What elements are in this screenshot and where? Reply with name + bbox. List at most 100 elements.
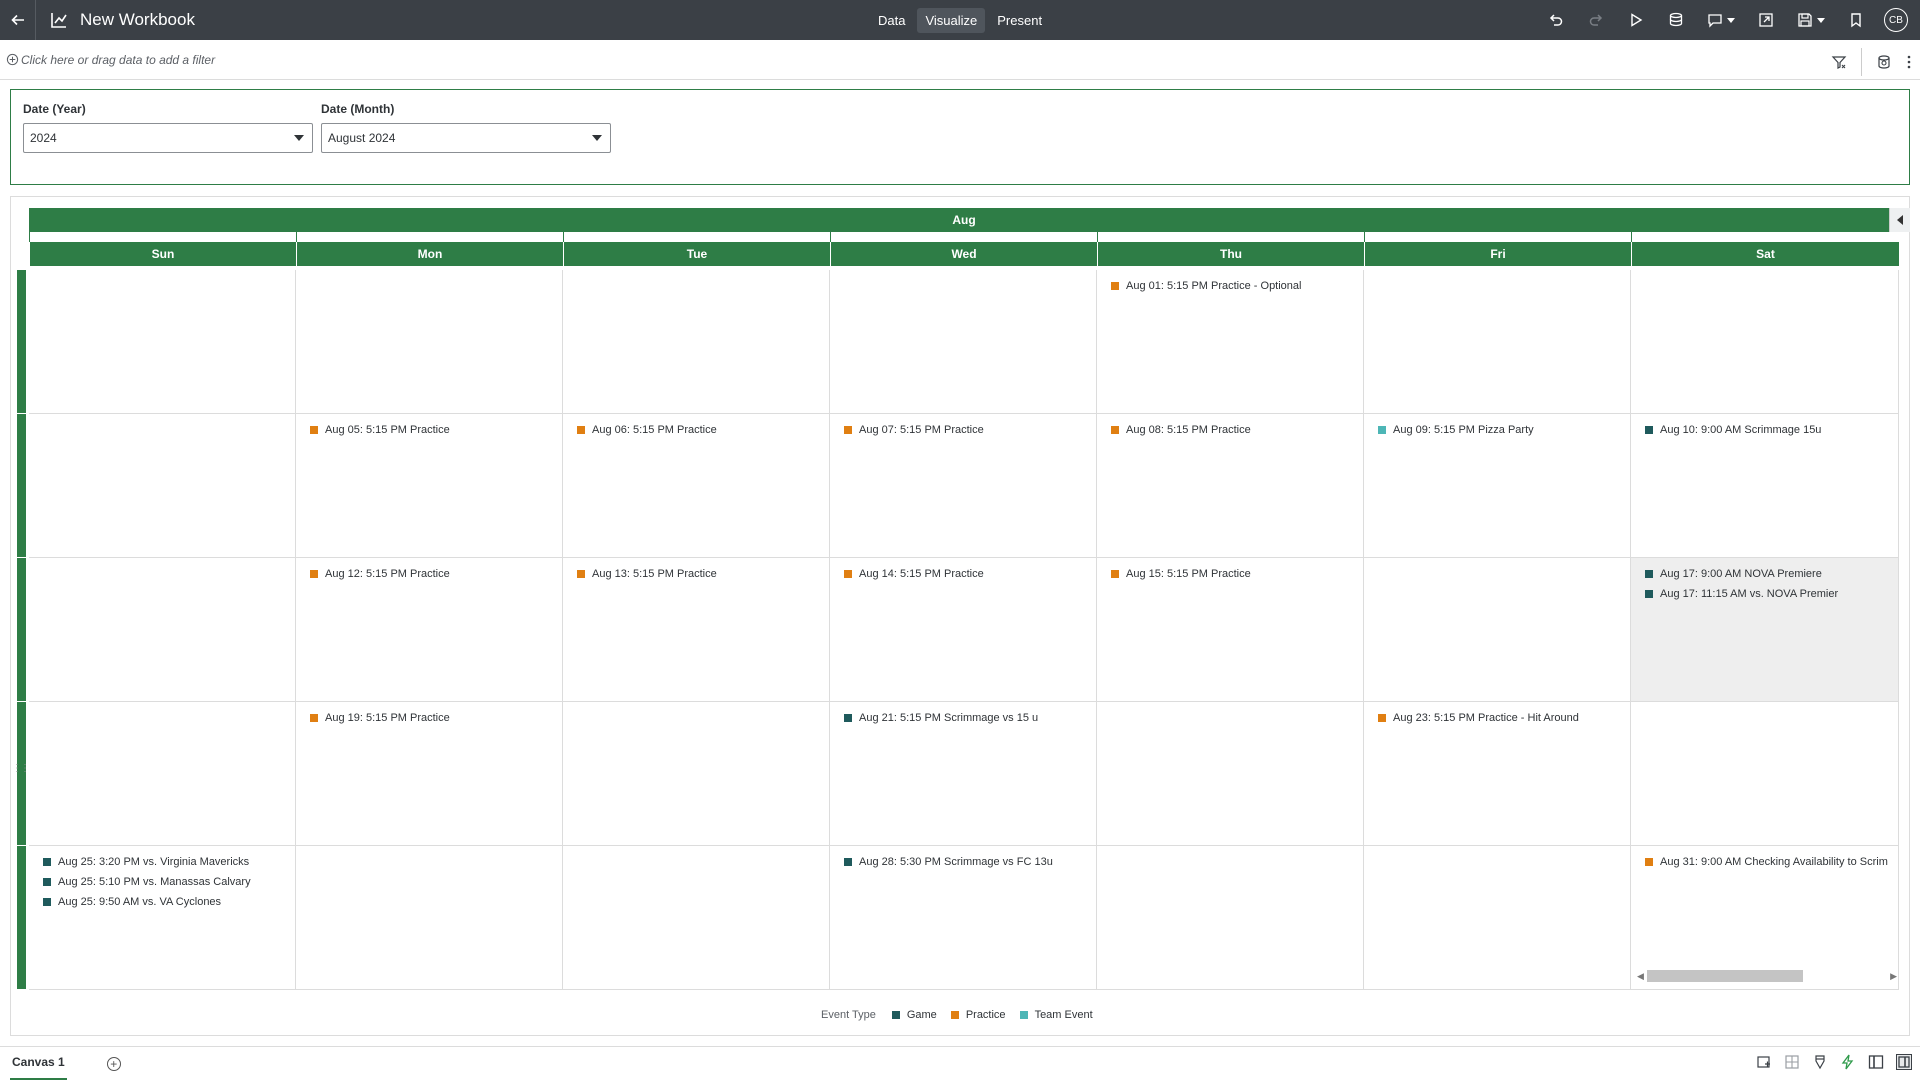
calendar-day-cell[interactable] <box>29 702 296 846</box>
calendar-event[interactable]: Aug 12: 5:15 PM Practice <box>296 564 562 584</box>
calendar-event[interactable]: Aug 10: 9:00 AM Scrimmage 15u <box>1631 420 1898 440</box>
workbook-title[interactable]: New Workbook <box>80 10 195 30</box>
filter-year-select[interactable]: 2024 <box>23 123 313 153</box>
tab-present[interactable]: Present <box>989 8 1050 33</box>
calendar-day-cell[interactable]: Aug 25: 3:20 PM vs. Virginia Mavericks Au… <box>29 846 296 990</box>
calendar-event[interactable]: Aug 05: 5:15 PM Practice <box>296 420 562 440</box>
calendar-day-cell[interactable] <box>1097 702 1364 846</box>
undo-button[interactable] <box>1536 0 1576 40</box>
scroll-left-icon[interactable]: ◀ <box>1637 971 1644 982</box>
chevron-down-icon <box>1817 17 1825 23</box>
horizontal-scrollbar[interactable]: ◀ ▶ <box>1635 967 1899 982</box>
calendar-day-cell[interactable] <box>29 558 296 702</box>
week-row-marker <box>17 846 26 989</box>
panel-left-icon[interactable] <box>1868 1054 1884 1070</box>
bookmark-button[interactable] <box>1836 0 1876 40</box>
calendar-event[interactable]: Aug 08: 5:15 PM Practice <box>1097 420 1363 440</box>
calendar-event[interactable]: Aug 06: 5:15 PM Practice <box>563 420 829 440</box>
filter-month-label: Date (Month) <box>321 102 395 116</box>
calendar-day-cell[interactable]: Aug 09: 5:15 PM Pizza Party <box>1364 414 1631 558</box>
calendar-event[interactable]: Aug 21: 5:15 PM Scrimmage vs 15 u <box>830 708 1096 728</box>
scrollbar-thumb[interactable] <box>1647 970 1803 982</box>
divider <box>1861 48 1862 76</box>
run-button[interactable] <box>1616 0 1656 40</box>
calendar-event[interactable]: Aug 28: 5:30 PM Scrimmage vs FC 13u <box>830 852 1096 872</box>
calendar-day-cell[interactable]: Aug 14: 5:15 PM Practice <box>830 558 1097 702</box>
calendar-day-cell[interactable]: Aug 17: 9:00 AM NOVA Premiere Aug 17: 11:… <box>1631 558 1899 702</box>
day-header-sat: Sat <box>1631 242 1899 266</box>
calendar-event[interactable]: Aug 25: 5:10 PM vs. Manassas Calvary <box>29 872 295 892</box>
marker-icon[interactable] <box>1812 1054 1828 1070</box>
data-settings-icon[interactable] <box>1876 54 1892 70</box>
calendar-day-cell[interactable] <box>1364 270 1631 414</box>
lightning-icon[interactable] <box>1840 1054 1856 1070</box>
calendar-event[interactable]: Aug 23: 5:15 PM Practice - Hit Around <box>1364 708 1630 728</box>
toolbar-actions: CB <box>1536 0 1920 40</box>
calendar-day-cell[interactable]: Aug 19: 5:15 PM Practice <box>296 702 563 846</box>
calendar-day-cell[interactable] <box>563 846 830 990</box>
calendar-event[interactable]: Aug 14: 5:15 PM Practice <box>830 564 1096 584</box>
calendar-day-cell[interactable]: Aug 05: 5:15 PM Practice <box>296 414 563 558</box>
calendar-day-cell[interactable] <box>1364 558 1631 702</box>
user-avatar[interactable]: CB <box>1884 8 1908 32</box>
calendar-event[interactable]: Aug 19: 5:15 PM Practice <box>296 708 562 728</box>
calendar-event[interactable]: Aug 15: 5:15 PM Practice <box>1097 564 1363 584</box>
calendar-day-cell[interactable]: Aug 21: 5:15 PM Scrimmage vs 15 u <box>830 702 1097 846</box>
refresh-data-button[interactable] <box>1656 0 1696 40</box>
calendar-day-cell[interactable]: Aug 01: 5:15 PM Practice - Optional <box>1097 270 1364 414</box>
calendar-day-cell[interactable]: Aug 13: 5:15 PM Practice <box>563 558 830 702</box>
tab-data[interactable]: Data <box>870 8 913 33</box>
collapse-panel-button[interactable] <box>1889 208 1910 232</box>
calendar-event[interactable]: Aug 07: 5:15 PM Practice <box>830 420 1096 440</box>
calendar-event[interactable]: Aug 17: 9:00 AM NOVA Premiere <box>1631 564 1898 584</box>
calendar-day-cell[interactable] <box>830 270 1097 414</box>
calendar-day-cell[interactable] <box>1364 846 1631 990</box>
calendar-event[interactable]: Aug 17: 11:15 AM vs. NOVA Premier <box>1631 584 1898 604</box>
calendar-day-cell[interactable]: Aug 15: 5:15 PM Practice <box>1097 558 1364 702</box>
redo-button[interactable] <box>1576 0 1616 40</box>
calendar-day-cell[interactable] <box>296 846 563 990</box>
legend-item-team-event[interactable]: Team Event <box>1019 1009 1093 1021</box>
calendar-day-cell[interactable]: Aug 23: 5:15 PM Practice - Hit Around <box>1364 702 1631 846</box>
calendar-day-cell[interactable]: Aug 12: 5:15 PM Practice <box>296 558 563 702</box>
tab-visualize[interactable]: Visualize <box>917 8 986 33</box>
add-canvas-icon[interactable]: + <box>106 1056 121 1071</box>
calendar-event[interactable]: Aug 25: 9:50 AM vs. VA Cyclones <box>29 892 295 912</box>
legend-item-game[interactable]: Game <box>891 1009 937 1021</box>
day-header-wed: Wed <box>830 242 1097 266</box>
calendar-day-cell[interactable]: Aug 28: 5:30 PM Scrimmage vs FC 13u <box>830 846 1097 990</box>
day-header-fri: Fri <box>1364 242 1631 266</box>
calendar-event[interactable]: Aug 13: 5:15 PM Practice <box>563 564 829 584</box>
calendar-event[interactable]: Aug 01: 5:15 PM Practice - Optional <box>1097 276 1363 296</box>
export-button[interactable] <box>1746 0 1786 40</box>
filter-clear-icon[interactable] <box>1831 54 1847 70</box>
calendar-event[interactable]: Aug 25: 3:20 PM vs. Virginia Mavericks <box>29 852 295 872</box>
calendar-day-cell[interactable] <box>563 270 830 414</box>
calendar-day-cell[interactable] <box>1631 702 1899 846</box>
back-button[interactable] <box>0 0 36 40</box>
more-vertical-icon[interactable] <box>1906 54 1912 70</box>
panel-right-icon[interactable] <box>1896 1054 1912 1070</box>
add-filter-area[interactable]: Click here or drag data to add a filter <box>6 53 215 67</box>
calendar-day-cell[interactable] <box>1631 270 1899 414</box>
layout-grid-icon[interactable] <box>1784 1054 1800 1070</box>
calendar-event[interactable]: Aug 09: 5:15 PM Pizza Party <box>1364 420 1630 440</box>
canvas-tab[interactable]: Canvas 1 <box>10 1047 67 1080</box>
calendar-day-cell[interactable] <box>296 270 563 414</box>
calendar-day-cell[interactable]: Aug 10: 9:00 AM Scrimmage 15u <box>1631 414 1899 558</box>
calendar-day-cell[interactable] <box>1097 846 1364 990</box>
calendar-day-cell[interactable] <box>29 414 296 558</box>
scroll-right-icon[interactable]: ▶ <box>1890 971 1897 982</box>
comments-menu-button[interactable] <box>1696 0 1746 40</box>
drag-handle-icon[interactable]: ⋮⋮ <box>12 763 30 774</box>
save-menu-button[interactable] <box>1786 0 1836 40</box>
calendar-day-cell[interactable]: Aug 06: 5:15 PM Practice <box>563 414 830 558</box>
canvas-properties-icon[interactable] <box>1756 1054 1772 1070</box>
legend-item-practice[interactable]: Practice <box>950 1009 1006 1021</box>
calendar-day-cell[interactable]: Aug 08: 5:15 PM Practice <box>1097 414 1364 558</box>
calendar-day-cell[interactable] <box>29 270 296 414</box>
calendar-event[interactable]: Aug 31: 9:00 AM Checking Availability to… <box>1631 852 1898 872</box>
filter-month-select[interactable]: August 2024 <box>321 123 611 153</box>
calendar-day-cell[interactable]: Aug 07: 5:15 PM Practice <box>830 414 1097 558</box>
calendar-day-cell[interactable] <box>563 702 830 846</box>
